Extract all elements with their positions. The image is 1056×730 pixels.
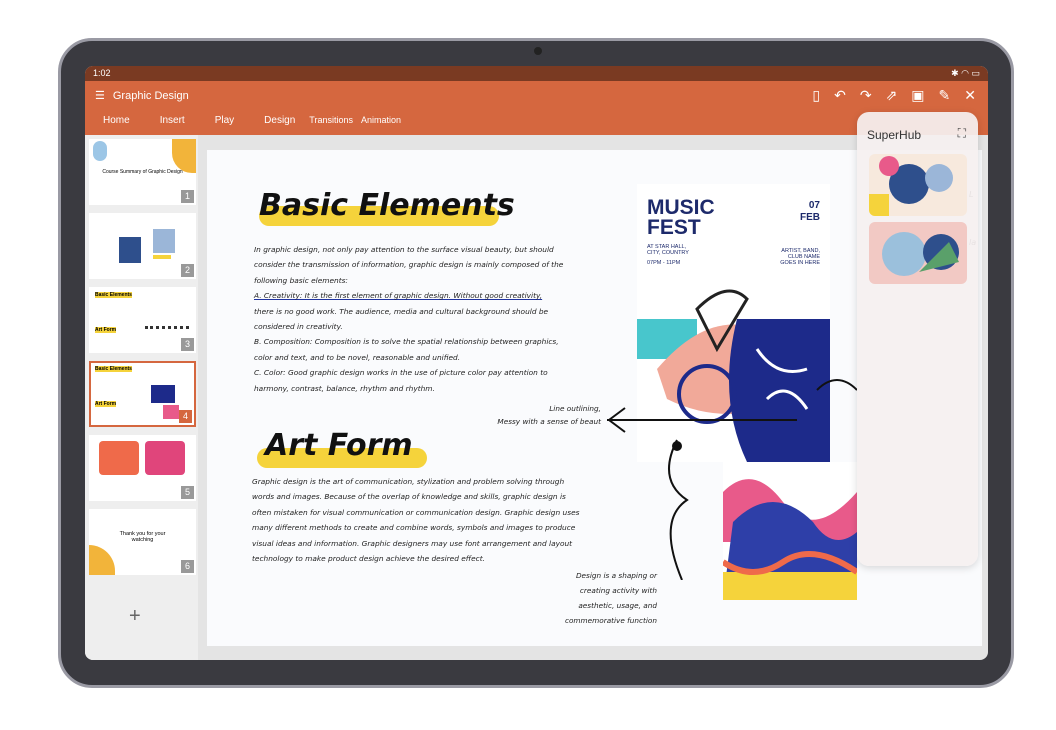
thumbnail-2[interactable]: 2 bbox=[89, 213, 196, 279]
thumbnail-4[interactable]: Basic Elements Art Form 4 bbox=[89, 361, 196, 427]
superhub-title: SuperHub bbox=[867, 128, 922, 142]
undo-icon[interactable]: ↶ bbox=[834, 87, 846, 104]
thumbnail-6[interactable]: Thank you for your watching 6 bbox=[89, 509, 196, 575]
tab-home[interactable]: Home bbox=[103, 115, 130, 126]
pen-icon[interactable]: ✎ bbox=[939, 87, 951, 104]
slide-thumbnails: Course Summary of Graphic Design 1 2 Bas… bbox=[85, 135, 198, 660]
slide-number: 6 bbox=[181, 560, 194, 573]
superhub-item-1[interactable] bbox=[869, 154, 967, 216]
tab-play[interactable]: Play bbox=[215, 115, 234, 126]
slide-number: 5 bbox=[181, 486, 194, 499]
screen: 1:02 ✱ ◠ ▭ ☰ Graphic Design ▯ ↶ ↷ ⇗ ▣ ✎ … bbox=[85, 66, 988, 660]
thumbnail-title: Basic Elements bbox=[95, 366, 132, 372]
tab-animation[interactable]: Animation bbox=[361, 115, 401, 126]
heading-art-form: Art Form bbox=[265, 428, 413, 463]
thumbnail-title: Thank you for your watching bbox=[119, 531, 166, 543]
add-slide-button[interactable]: + bbox=[129, 605, 141, 628]
heading-basic-elements: Basic Elements bbox=[259, 188, 515, 223]
slide-number: 1 bbox=[181, 190, 194, 203]
superhub-panel: SuperHub ⛶ bbox=[857, 112, 978, 566]
save-icon[interactable]: ▯ bbox=[812, 87, 820, 104]
camera bbox=[534, 47, 542, 55]
menu-icon[interactable]: ☰ bbox=[95, 89, 105, 102]
basic-elements-text: In graphic design, not only pay attentio… bbox=[254, 245, 564, 393]
redo-icon[interactable]: ↷ bbox=[860, 87, 872, 104]
thumbnail-subtitle: Art Form bbox=[95, 401, 117, 407]
slide-number: 4 bbox=[179, 410, 192, 423]
status-time: 1:02 bbox=[93, 68, 111, 78]
expand-icon[interactable]: ⛶ bbox=[958, 126, 966, 141]
thumbnail-1[interactable]: Course Summary of Graphic Design 1 bbox=[89, 139, 196, 205]
page-icon[interactable]: ▣ bbox=[911, 87, 924, 104]
abstract-artwork bbox=[723, 462, 857, 600]
thumbnail-title: Basic Elements bbox=[95, 292, 132, 298]
thumbnail-subtitle: Art Form bbox=[95, 327, 117, 333]
art-form-text: Graphic design is the art of communicati… bbox=[252, 477, 580, 564]
thumbnail-3[interactable]: Basic Elements Art Form 3 bbox=[89, 287, 196, 353]
tab-design[interactable]: Design bbox=[264, 115, 295, 126]
document-title: Graphic Design bbox=[112, 89, 189, 102]
status-bar: 1:02 ✱ ◠ ▭ bbox=[85, 66, 988, 81]
superhub-item-2[interactable] bbox=[869, 222, 967, 284]
status-icons: ✱ ◠ ▭ bbox=[951, 68, 980, 78]
close-icon[interactable]: ✕ bbox=[964, 87, 976, 104]
annotation-line-outlining: Line outlining, Messy with a sense of bea… bbox=[497, 404, 601, 426]
share-icon[interactable]: ⇗ bbox=[886, 87, 898, 104]
slide-number: 2 bbox=[181, 264, 194, 277]
tab-transitions[interactable]: Transitions bbox=[309, 115, 353, 126]
slide-number: 3 bbox=[181, 338, 194, 351]
thumbnail-title: Course Summary of Graphic Design bbox=[102, 169, 183, 175]
thumbnail-5[interactable]: 5 bbox=[89, 435, 196, 501]
tab-insert[interactable]: Insert bbox=[160, 115, 185, 126]
app-toolbar: ☰ Graphic Design ▯ ↶ ↷ ⇗ ▣ ✎ ✕ Home Inse… bbox=[85, 81, 988, 135]
